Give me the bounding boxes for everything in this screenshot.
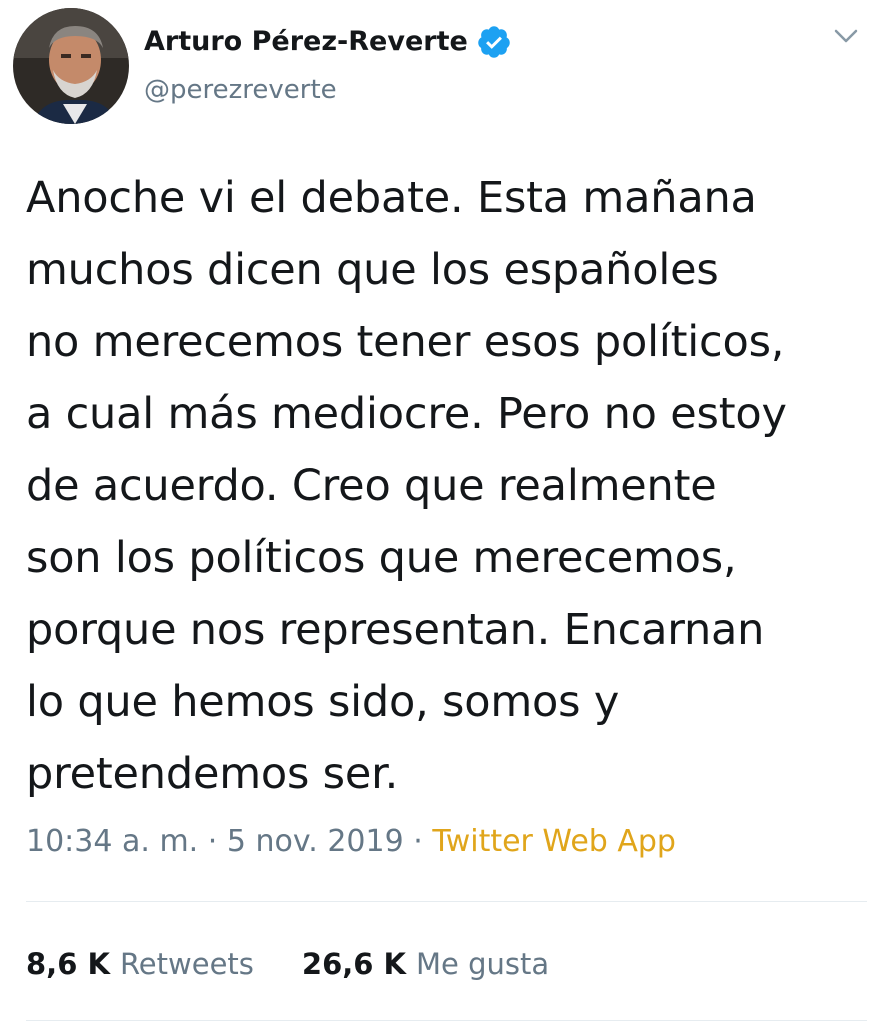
tweet-source-link[interactable]: Twitter Web App xyxy=(432,824,676,859)
author-name-row[interactable]: Arturo Pérez-Reverte xyxy=(144,22,512,62)
likes-count: 26,6 K xyxy=(301,947,407,981)
likes-stat[interactable]: 26,6 K Me gusta xyxy=(302,942,549,986)
divider xyxy=(26,1020,867,1021)
chevron-down-icon[interactable] xyxy=(830,22,862,50)
retweets-count: 8,6 K xyxy=(26,947,110,981)
tweet-date[interactable]: 5 nov. 2019 xyxy=(227,824,404,859)
retweets-label: Retweets xyxy=(119,947,254,981)
tweet-time[interactable]: 10:34 a. m. xyxy=(26,824,198,859)
tweet-text: Anoche vi el debate. Esta mañana muchos … xyxy=(26,173,787,799)
avatar-image xyxy=(13,8,129,124)
verified-badge-icon xyxy=(476,24,512,60)
avatar[interactable] xyxy=(13,8,129,124)
divider xyxy=(26,901,867,902)
meta-separator: · xyxy=(207,824,218,859)
tweet-meta: 10:34 a. m. · 5 nov. 2019 · Twitter Web … xyxy=(26,820,676,864)
author-handle[interactable]: @perezreverte xyxy=(144,72,337,108)
tweet-stats: 8,6 K Retweets 26,6 K Me gusta xyxy=(26,942,597,986)
author-display-name[interactable]: Arturo Pérez-Reverte xyxy=(144,22,468,62)
retweets-stat[interactable]: 8,6 K Retweets xyxy=(26,942,254,986)
tweet-card: Arturo Pérez-Reverte @perezreverte Anoch… xyxy=(0,0,873,1031)
likes-label: Me gusta xyxy=(416,947,550,981)
meta-separator: · xyxy=(413,824,423,859)
